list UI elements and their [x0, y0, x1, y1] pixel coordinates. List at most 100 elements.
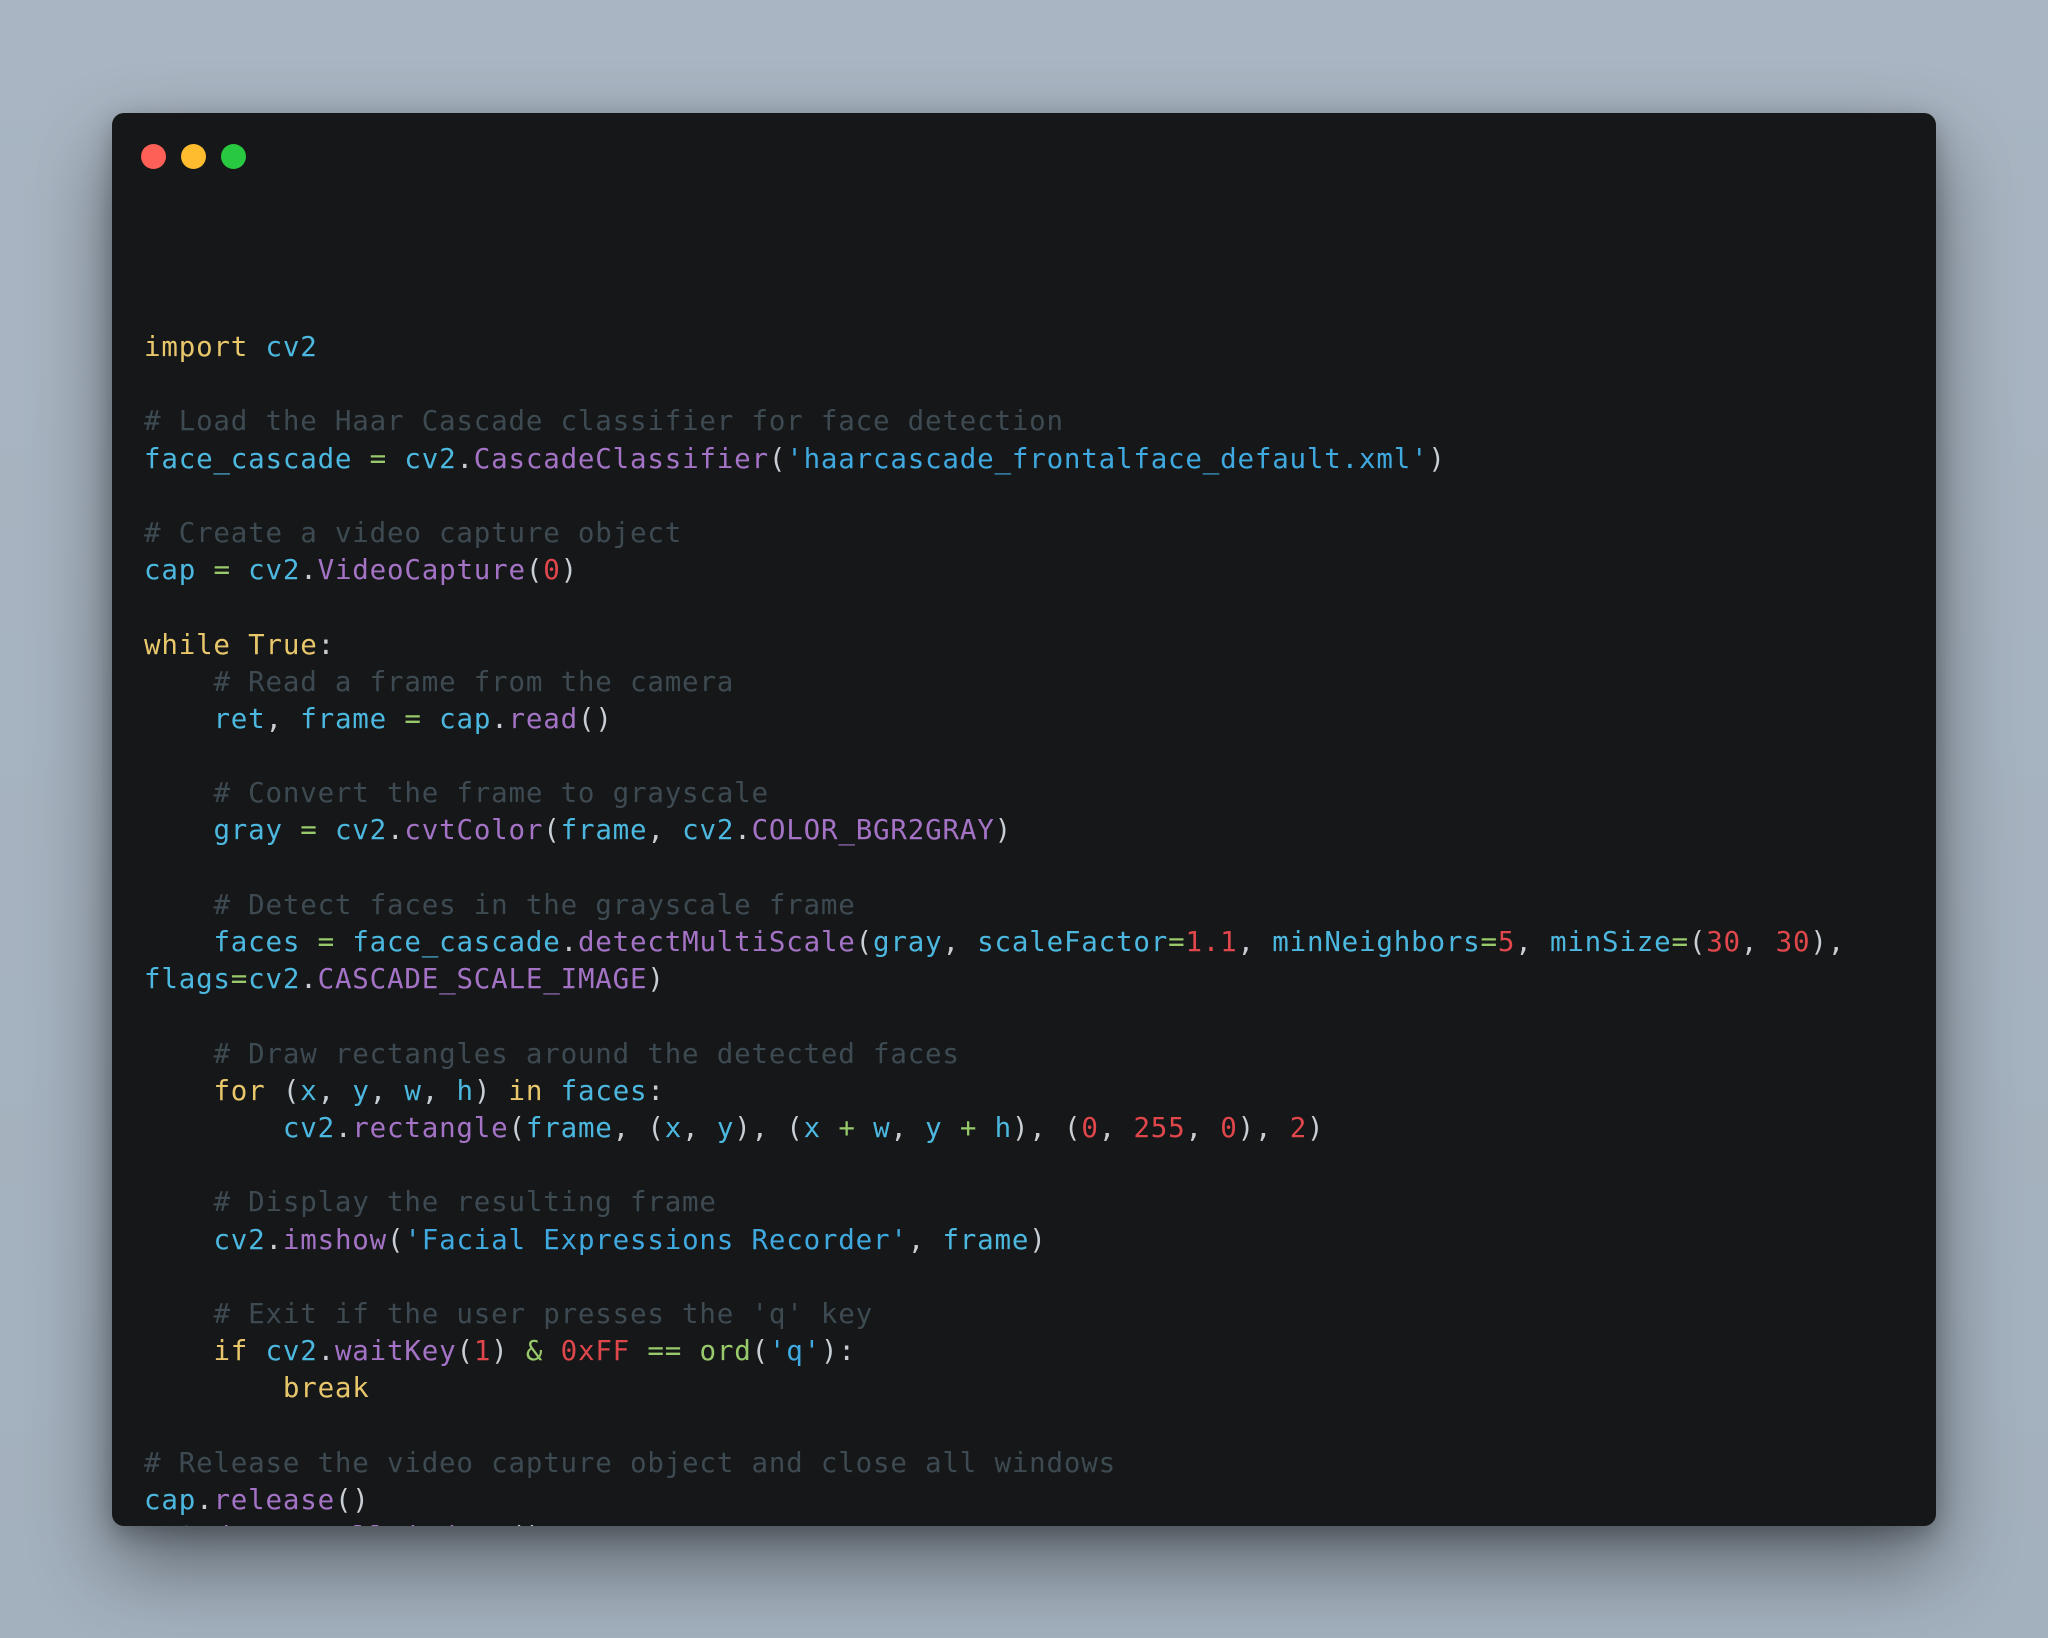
identifier-token: frame — [560, 814, 648, 847]
punctuation-token: . — [300, 963, 318, 996]
comment-token: # Create a video capture object — [144, 516, 683, 549]
punctuation-token — [977, 1112, 994, 1144]
keyword-token: for — [213, 1074, 266, 1107]
punctuation-token: . — [456, 442, 474, 475]
number-token: 1.1 — [1185, 926, 1238, 958]
punctuation-token: ( — [456, 1335, 474, 1368]
punctuation-token: ) — [1307, 1111, 1325, 1144]
punctuation-token — [144, 926, 213, 958]
punctuation-token: , — [421, 1074, 457, 1107]
function-token: destroyAllWindows — [213, 1521, 508, 1526]
comment-token: # Draw rectangles around the detected fa… — [213, 1037, 960, 1070]
punctuation-token: , — [1740, 926, 1776, 958]
punctuation-token: , — [1237, 926, 1273, 958]
code-line: while True: — [144, 627, 1845, 664]
identifier-token: face_cascade — [352, 926, 561, 958]
punctuation-token: ( — [1688, 926, 1707, 958]
code-line: cap = cv2.VideoCapture(0) — [144, 552, 1845, 589]
code-line: cv2.destroyAllWindows() — [144, 1519, 1845, 1526]
identifier-token: frame — [525, 1111, 613, 1144]
function-token: VideoCapture — [317, 554, 526, 587]
punctuation-token: () — [334, 1483, 370, 1516]
code-line: ret, frame = cap.read() — [144, 701, 1845, 738]
punctuation-token: . — [491, 702, 509, 735]
string-token: 'haarcascade_frontalface_default.xml' — [786, 442, 1429, 475]
minimize-button[interactable] — [181, 144, 206, 169]
punctuation-token — [352, 443, 369, 475]
comment-token: # Convert the frame to grayscale — [213, 777, 769, 810]
identifier-token: x — [664, 1111, 683, 1144]
number-token: 0 — [1220, 1111, 1238, 1144]
identifier-token: frame — [942, 1223, 1030, 1256]
comment-token: # Release the video capture object and c… — [144, 1446, 1116, 1479]
punctuation-token — [543, 1335, 560, 1367]
identifier-token: face_cascade — [144, 442, 353, 475]
punctuation-token: ( — [543, 814, 561, 847]
punctuation-token — [300, 926, 317, 958]
punctuation-token: , — [265, 702, 301, 735]
number-token: 0 — [543, 554, 561, 587]
punctuation-token: , — [647, 814, 683, 847]
punctuation-token: ( — [751, 1335, 769, 1368]
function-token: cvtColor — [404, 814, 544, 847]
punctuation-token — [144, 814, 213, 846]
zoom-button[interactable] — [221, 144, 246, 169]
punctuation-token: , — [942, 926, 978, 958]
identifier-token: cv2 — [248, 554, 301, 587]
code-line: import cv2 — [144, 329, 1845, 366]
punctuation-token — [248, 331, 265, 363]
keyword-token: while — [144, 628, 231, 661]
punctuation-token: ( — [508, 1111, 526, 1144]
comment-token: # Load the Haar Cascade classifier for f… — [144, 405, 1064, 438]
function-token: read — [508, 702, 578, 735]
punctuation-token — [196, 554, 213, 586]
punctuation-token: ) — [1029, 1223, 1047, 1256]
identifier-token: y — [716, 1111, 735, 1144]
punctuation-token: ( — [387, 1223, 405, 1256]
punctuation-token: () — [577, 702, 613, 735]
punctuation-token — [144, 777, 213, 809]
function-token: CascadeClassifier — [473, 442, 769, 475]
code-line: # Detect faces in the grayscale frame — [144, 887, 1845, 924]
punctuation-token — [422, 703, 439, 735]
close-button[interactable] — [141, 144, 166, 169]
operator-token: ord — [699, 1335, 752, 1368]
code-line: if cv2.waitKey(1) & 0xFF == ord('q'): — [144, 1333, 1845, 1370]
punctuation-token: ( — [855, 926, 874, 958]
code-line: # Read a frame from the camera — [144, 664, 1845, 701]
punctuation-token: : — [647, 1074, 665, 1107]
operator-token: & — [525, 1335, 544, 1368]
punctuation-token — [144, 1298, 213, 1330]
punctuation-token: , ( — [612, 1111, 665, 1144]
comment-token: # Read a frame from the camera — [213, 665, 735, 698]
punctuation-token — [387, 443, 404, 475]
punctuation-token: ) — [560, 554, 578, 587]
punctuation-token: ( — [768, 442, 787, 475]
identifier-token: flags — [144, 963, 231, 996]
punctuation-token — [144, 1372, 283, 1404]
identifier-token: faces — [213, 926, 301, 958]
punctuation-token: . — [387, 814, 405, 847]
punctuation-token — [144, 889, 213, 921]
string-token: 'Facial Expressions Recorder' — [404, 1223, 908, 1256]
number-token: 30 — [1775, 926, 1811, 958]
identifier-token: scaleFactor — [977, 926, 1169, 958]
comment-token: # Display the resulting frame — [213, 1186, 717, 1219]
punctuation-token: ( — [525, 554, 544, 587]
identifier-token: y — [352, 1074, 370, 1107]
punctuation-token — [144, 1224, 213, 1256]
function-token: CASCADE_SCALE_IMAGE — [317, 963, 648, 996]
punctuation-token — [144, 1186, 213, 1218]
punctuation-token — [943, 1112, 960, 1144]
identifier-token: h — [994, 1111, 1012, 1144]
punctuation-token — [144, 1038, 213, 1070]
punctuation-token: ) — [491, 1335, 526, 1368]
identifier-token: cap — [144, 554, 197, 587]
identifier-token: minNeighbors — [1272, 926, 1481, 958]
function-token: COLOR_BGR2GRAY — [751, 814, 995, 847]
punctuation-token — [231, 554, 248, 586]
